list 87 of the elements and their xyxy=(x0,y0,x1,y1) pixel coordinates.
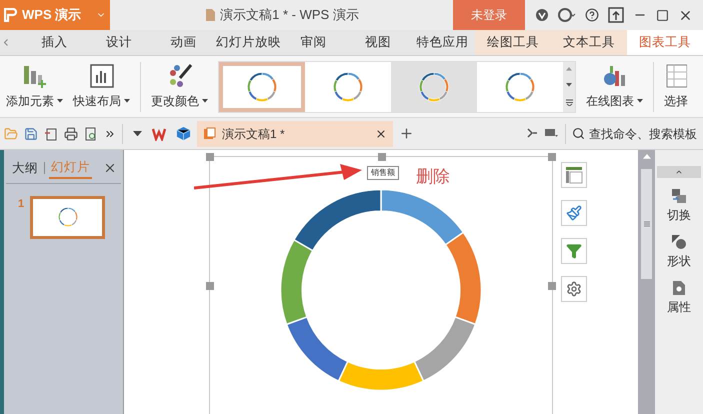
resize-handle[interactable] xyxy=(548,282,556,290)
ribbon-button[interactable]: 在线图表 xyxy=(586,63,643,110)
presentation-file-icon xyxy=(203,127,216,140)
grip-icon xyxy=(644,220,650,227)
ribbon-tab[interactable]: 设计 xyxy=(86,30,152,55)
cube-icon[interactable] xyxy=(176,126,191,141)
scroll-down-icon[interactable] xyxy=(566,83,572,87)
donut-thumbnail-drawing xyxy=(58,207,78,228)
settings-icon xyxy=(566,281,582,297)
new-tab-icon[interactable] xyxy=(399,126,414,141)
resize-handle[interactable] xyxy=(206,153,214,161)
ribbon-button[interactable]: 选择 xyxy=(664,63,688,110)
ribbon-tab[interactable]: 视图 xyxy=(346,30,410,55)
resize-handle[interactable] xyxy=(378,153,386,161)
scroll-left-icon[interactable] xyxy=(4,39,8,46)
ribbon-tab[interactable]: 图表工具 xyxy=(627,30,703,55)
caret-icon xyxy=(57,99,63,103)
more-icon[interactable] xyxy=(566,98,572,106)
caret-icon xyxy=(637,99,643,103)
save-icon[interactable] xyxy=(24,126,38,140)
scrollbar-thumb[interactable] xyxy=(641,168,652,279)
slide-thumbnail[interactable] xyxy=(30,196,106,239)
chart-style-button[interactable] xyxy=(561,200,587,226)
ribbon-tab[interactable]: 审阅 xyxy=(281,30,346,55)
task-pane-button[interactable]: 切换 xyxy=(655,178,703,224)
chart-layout-icon xyxy=(88,63,114,89)
ribbon-button[interactable]: 快速布局 xyxy=(73,63,130,110)
button-label: 快速布局 xyxy=(73,93,121,110)
slide-switch-icon xyxy=(671,188,687,204)
ribbon-tab[interactable]: 动画 xyxy=(151,30,216,55)
donut-thumbnail-drawing xyxy=(333,72,363,102)
chart-style-option[interactable] xyxy=(391,62,477,112)
chart-globe-icon xyxy=(602,63,628,89)
ribbon-button[interactable]: 更改颜色 xyxy=(151,63,208,110)
caret-icon[interactable] xyxy=(133,130,142,136)
brush-icon xyxy=(566,205,582,221)
print-icon[interactable] xyxy=(64,126,78,140)
vertical-scrollbar[interactable] xyxy=(638,150,655,414)
donut-thumbnail-drawing xyxy=(247,72,277,102)
donut-thumbnail-drawing xyxy=(505,72,535,102)
ribbon-tab[interactable]: 特色应用 xyxy=(410,30,476,55)
resize-handle[interactable] xyxy=(548,153,556,161)
document-icon xyxy=(204,8,216,22)
filter-icon xyxy=(566,243,582,259)
panel-tab[interactable]: 大纲 xyxy=(10,159,40,178)
chart-settings-button[interactable] xyxy=(561,276,587,302)
button-label: 选择 xyxy=(664,93,688,110)
window-title: 演示文稿1 * - WPS 演示 xyxy=(220,6,359,24)
scroll-up-icon[interactable] xyxy=(642,154,650,159)
document-search-icon xyxy=(672,280,686,296)
annotation-text: 删除 xyxy=(416,166,450,188)
close-tab-icon[interactable] xyxy=(375,128,387,140)
ribbon-tab[interactable]: 插入 xyxy=(22,30,87,55)
print-preview-icon[interactable] xyxy=(84,126,98,140)
layout-icon xyxy=(565,166,583,184)
document-tab[interactable]: 演示文稿1 * xyxy=(197,120,393,146)
export-icon[interactable] xyxy=(44,126,58,140)
chart-elements-button[interactable] xyxy=(561,162,587,188)
bar-chart-add-icon xyxy=(22,63,48,89)
app-name: WPS 演示 xyxy=(22,6,82,24)
resize-handle[interactable] xyxy=(206,282,214,290)
search-icon xyxy=(572,127,585,140)
task-pane-button[interactable]: 属性 xyxy=(655,270,703,316)
chart-filter-button[interactable] xyxy=(561,238,587,264)
search-field[interactable]: 查找命令、搜索模板 xyxy=(572,124,699,142)
chart-title[interactable]: 销售额 xyxy=(367,166,399,180)
caret-icon xyxy=(202,99,208,103)
button-label: 添加元素 xyxy=(6,93,54,110)
donut-thumbnail-drawing xyxy=(419,72,449,102)
app-logo-icon xyxy=(4,8,18,22)
chart-select-icon xyxy=(665,63,687,89)
button-label: 更改颜色 xyxy=(151,93,199,110)
chart-style-option[interactable] xyxy=(219,62,305,112)
shapes-icon xyxy=(671,234,687,250)
help-icon[interactable] xyxy=(585,8,599,22)
task-pane-button[interactable]: 形状 xyxy=(655,224,703,270)
caret-icon xyxy=(124,99,130,103)
pin-window-icon[interactable] xyxy=(608,7,624,23)
ribbon-button[interactable]: 添加元素 xyxy=(6,63,63,110)
scroll-up-icon[interactable] xyxy=(566,67,572,72)
maximize-icon[interactable] xyxy=(656,8,669,22)
ribbon-tab[interactable]: 绘图工具 xyxy=(475,30,552,55)
search-placeholder: 查找命令、搜索模板 xyxy=(589,126,697,142)
ribbon-tab[interactable]: 文本工具 xyxy=(551,30,628,55)
button-label: 在线图表 xyxy=(586,93,634,110)
ribbon-tab[interactable]: 幻灯片放映 xyxy=(216,30,282,55)
slide-number: 1 xyxy=(18,196,24,212)
